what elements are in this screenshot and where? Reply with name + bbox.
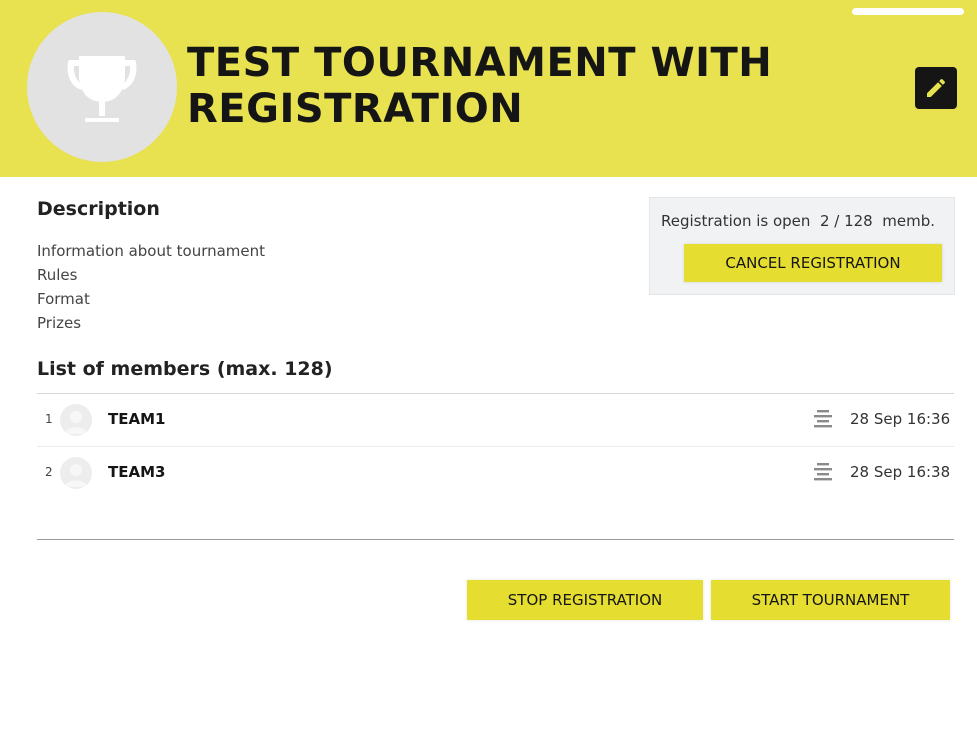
- table-row[interactable]: 1 TEAM1 28 Sep 16:36: [37, 394, 954, 447]
- member-index: 1: [45, 412, 53, 426]
- avatar: [60, 404, 92, 436]
- member-name: TEAM3: [108, 463, 166, 481]
- table-row[interactable]: 2 TEAM3 28 Sep 16:38: [37, 447, 954, 500]
- members-heading: List of members (max. 128): [37, 358, 333, 380]
- member-date: 28 Sep 16:38: [850, 463, 951, 481]
- registration-panel: Registration is open 2 / 128 memb. CANCE…: [649, 197, 955, 295]
- tournament-title: TEST TOURNAMENT WITH REGISTRATION: [187, 40, 773, 132]
- tournament-logo: [27, 12, 177, 162]
- member-date: 28 Sep 16:36: [850, 410, 951, 428]
- pencil-icon: [927, 78, 946, 97]
- trophy-icon: [67, 56, 137, 122]
- member-index: 2: [45, 465, 53, 479]
- cancel-registration-button[interactable]: CANCEL REGISTRATION: [684, 244, 942, 282]
- members-table: 1 TEAM1 28 Sep 16:36 2 TEAM3 28 Sep 16:3…: [37, 393, 954, 500]
- description-item-rules[interactable]: Rules: [37, 263, 265, 287]
- start-tournament-button[interactable]: START TOURNAMENT: [711, 580, 950, 620]
- description-heading: Description: [37, 198, 160, 220]
- align-center-icon[interactable]: [813, 409, 833, 433]
- divider: [37, 539, 954, 540]
- member-name: TEAM1: [108, 410, 166, 428]
- description-item-prizes[interactable]: Prizes: [37, 311, 265, 335]
- top-scrollbar[interactable]: [852, 8, 964, 15]
- edit-tournament-button[interactable]: [915, 67, 957, 109]
- avatar: [60, 457, 92, 489]
- description-item-format[interactable]: Format: [37, 287, 265, 311]
- description-item-info[interactable]: Information about tournament: [37, 239, 265, 263]
- description-list: Information about tournament Rules Forma…: [37, 239, 265, 335]
- align-center-icon[interactable]: [813, 462, 833, 486]
- stop-registration-button[interactable]: STOP REGISTRATION: [467, 580, 703, 620]
- tournament-header: TEST TOURNAMENT WITH REGISTRATION: [0, 0, 977, 177]
- registration-status: Registration is open 2 / 128 memb.: [661, 212, 935, 230]
